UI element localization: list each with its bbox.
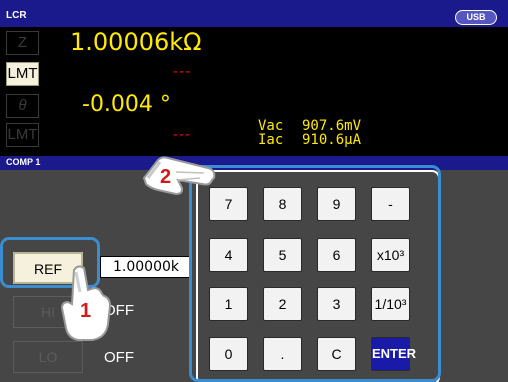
- lo-button[interactable]: LO: [13, 341, 83, 373]
- step1-label: 1: [80, 300, 92, 322]
- measurement-panel: Z LMT θ LMT 1.00006kΩ --- -0.004 ° --- V…: [0, 27, 508, 156]
- vac-label: Vac: [258, 118, 284, 134]
- param2-button[interactable]: θ: [6, 94, 39, 118]
- keypad-callout-frame: [189, 165, 441, 382]
- vac-value: 907.6mV: [302, 118, 362, 134]
- lmt2-button[interactable]: LMT: [6, 123, 39, 147]
- lmt1-button[interactable]: LMT: [6, 62, 39, 86]
- iac-label: Iac: [258, 132, 284, 148]
- limit1-indicator: ---: [173, 63, 191, 80]
- iac-value: 910.6μA: [302, 132, 362, 148]
- header-bar: LCR USB: [0, 0, 508, 27]
- step2-label: 2: [160, 166, 172, 188]
- param1-button[interactable]: Z: [6, 31, 39, 55]
- usb-indicator: USB: [455, 10, 497, 25]
- mode-title: LCR: [6, 10, 27, 21]
- limit2-indicator: ---: [173, 126, 191, 143]
- lo-value: OFF: [104, 349, 134, 366]
- param2-value: -0.004 °: [82, 92, 171, 117]
- param1-value: 1.00006kΩ: [70, 28, 202, 56]
- step2-hand-icon: [142, 156, 216, 196]
